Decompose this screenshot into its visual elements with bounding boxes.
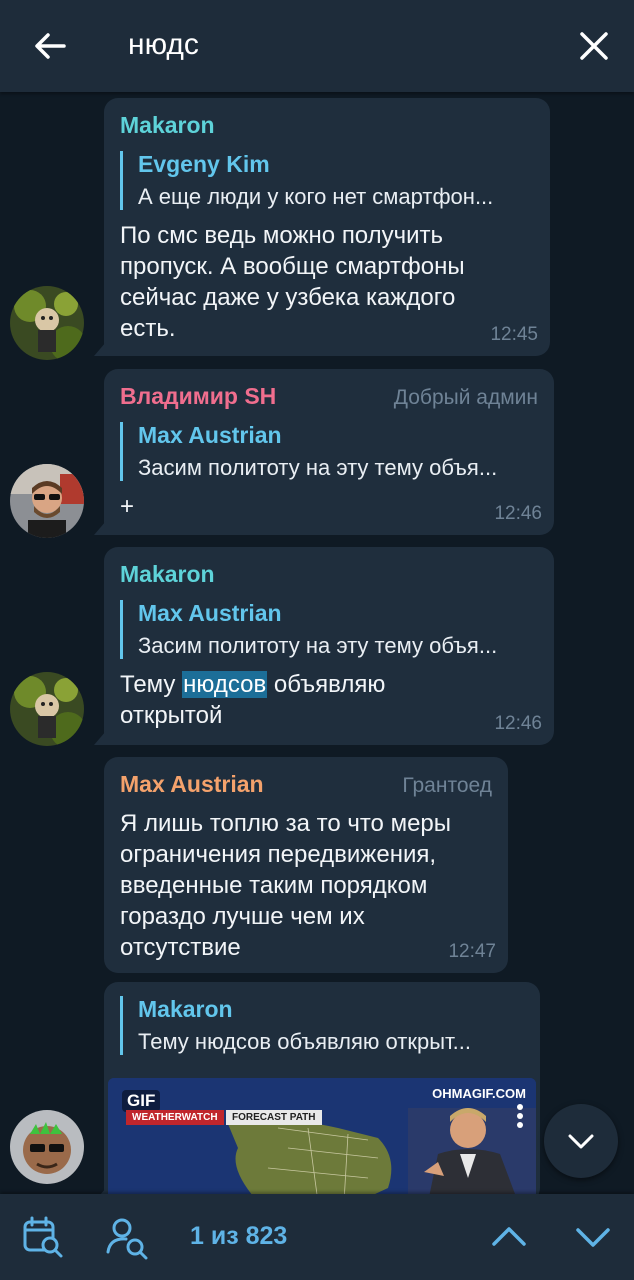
sender-name[interactable]: Max Austrian	[120, 771, 264, 798]
text-before: Тему	[120, 671, 183, 698]
avatar-max-austrian[interactable]	[10, 1110, 84, 1184]
gif-caption-bar: WEATHERWATCH	[126, 1110, 224, 1125]
close-icon[interactable]	[572, 24, 616, 68]
avatar-makaron[interactable]	[10, 672, 84, 746]
member-title: Грантоед	[402, 774, 492, 797]
message-bubble[interactable]: Владимир SH Добрый админ Max Austrian За…	[104, 369, 554, 535]
search-highlight: нюдсов	[182, 671, 268, 698]
message-bubble[interactable]: Makaron Evgeny Kim А еще люди у кого нет…	[104, 98, 550, 356]
scroll-down-button[interactable]	[544, 1104, 618, 1178]
reply-text: Засим политоту на эту тему объя...	[138, 633, 498, 658]
admin-title: Добрый админ	[393, 386, 538, 409]
message-text: Я лишь топлю за то что меры ограничения …	[120, 810, 452, 961]
reply-preview[interactable]: Max Austrian Засим политоту на эту тему …	[120, 422, 538, 481]
reply-sender: Max Austrian	[138, 600, 282, 626]
gif-label: GIF	[122, 1090, 161, 1112]
message-text: +	[120, 493, 135, 520]
message-list: Makaron Evgeny Kim А еще люди у кого нет…	[0, 92, 634, 1194]
user-search-icon[interactable]	[104, 1214, 150, 1260]
reply-sender: Evgeny Kim	[138, 151, 270, 177]
avatar-makaron[interactable]	[10, 286, 84, 360]
sender-name[interactable]: Makaron	[120, 561, 215, 588]
gif-media[interactable]: GIF OHMAGIF.COM WEATHERWATCH FORECAST PA…	[108, 1078, 536, 1194]
avatar-vladimir[interactable]	[10, 464, 84, 538]
sender-name[interactable]: Makaron	[120, 112, 215, 139]
search-query[interactable]: нюдс	[128, 28, 199, 62]
message-time: 12:45	[490, 324, 538, 345]
back-arrow-icon[interactable]	[28, 24, 72, 68]
message-bubble[interactable]: Makaron Max Austrian Засим политоту на э…	[104, 547, 554, 745]
message-bubble[interactable]: Makaron Тему нюдсов объявляю открыт... G…	[104, 982, 540, 1194]
result-counter: 1 из 823	[190, 1222, 288, 1250]
reply-sender: Makaron	[138, 996, 233, 1022]
reply-sender: Max Austrian	[138, 422, 282, 448]
chevron-up-icon[interactable]	[486, 1214, 532, 1260]
message-time: 12:46	[494, 713, 542, 734]
reply-preview[interactable]: Max Austrian Засим политоту на эту тему …	[120, 600, 538, 659]
reply-text: А еще люди у кого нет смартфон...	[138, 184, 494, 209]
search-header: нюдс	[0, 0, 634, 92]
message-time: 12:46	[494, 503, 542, 524]
chevron-down-icon[interactable]	[570, 1214, 616, 1260]
message-text: По смс ведь можно получить пропуск. А во…	[120, 222, 465, 342]
more-vertical-icon[interactable]	[516, 1104, 524, 1128]
calendar-search-icon[interactable]	[20, 1214, 66, 1260]
chevron-down-icon	[568, 1134, 594, 1149]
message-time: 12:47	[448, 941, 496, 962]
message-bubble[interactable]: Max Austrian Грантоед Я лишь топлю за то…	[104, 757, 508, 973]
message-text: Тему нюдсов объявляю открытой	[120, 669, 538, 731]
reply-preview[interactable]: Makaron Тему нюдсов объявляю открыт...	[120, 996, 524, 1055]
gif-watermark: OHMAGIF.COM	[432, 1086, 526, 1101]
reply-text: Тему нюдсов объявляю открыт...	[138, 1029, 471, 1054]
gif-caption-bar-2: FORECAST PATH	[226, 1110, 322, 1125]
sender-name[interactable]: Владимир SH	[120, 383, 276, 410]
reply-text: Засим политоту на эту тему объя...	[138, 455, 498, 480]
reply-preview[interactable]: Evgeny Kim А еще люди у кого нет смартфо…	[120, 151, 534, 210]
search-results-bar: 1 из 823	[0, 1194, 634, 1280]
